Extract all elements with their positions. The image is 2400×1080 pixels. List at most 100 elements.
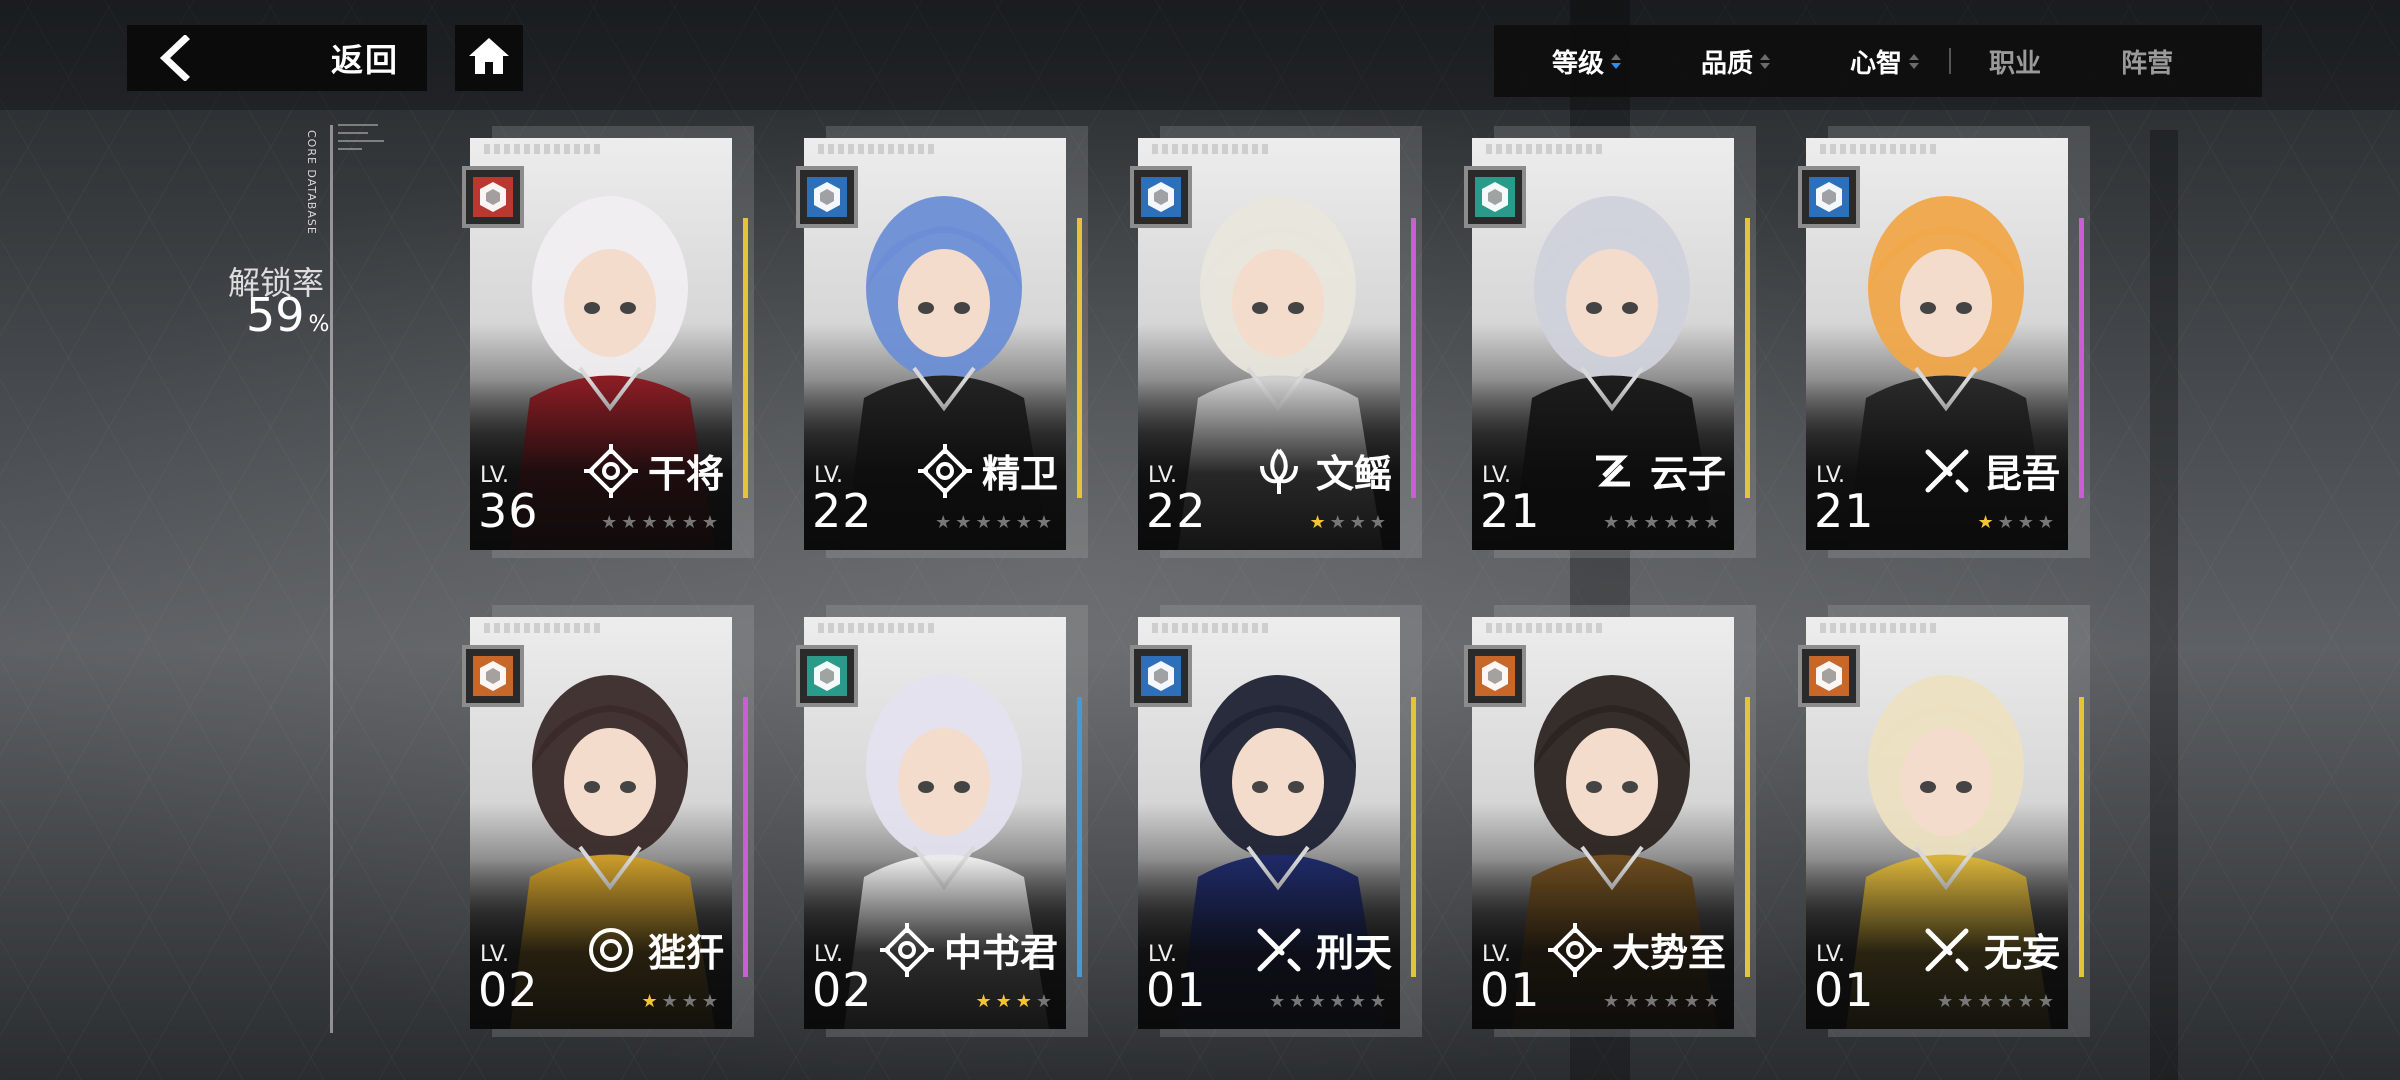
star-rating: ★ ★ ★ ★ ★ ★ [1603,512,1720,533]
star-icon: ★ [1937,991,1954,1012]
swirl-icon [1586,444,1640,498]
character-card[interactable]: LV. 22 文鳐 ★ ★ ★ ★ [1130,126,1422,558]
class-icon [473,177,513,217]
star-icon: ★ [1683,512,1700,533]
character-name: 文鳐 [1315,451,1392,496]
character-name: 中书君 [943,930,1058,975]
character-card[interactable]: LV. 02 中书君 ★ ★ ★ ★ [796,605,1088,1037]
star-icon: ★ [1329,512,1346,533]
character-card[interactable]: LV. 01 无妄 ★ ★ ★ ★ ★ ★ [1798,605,2090,1037]
sort-quality[interactable]: 品质 [1701,43,1771,80]
class-badge [1464,166,1526,228]
rarity-bar [1745,697,1750,977]
character-name: 昆吾 [1983,451,2060,496]
sort-level[interactable]: 等级 [1552,43,1622,80]
character-card[interactable]: LV. 01 大势至 ★ ★ ★ ★ ★ ★ [1464,605,1756,1037]
rarity-bar [1077,218,1082,498]
crossed-blades-icon [1252,923,1306,977]
filter-class[interactable]: 职业 [1989,43,2041,80]
star-icon: ★ [995,512,1012,533]
star-icon: ★ [2037,991,2054,1012]
star-icon: ★ [1369,512,1386,533]
star-rating: ★ ★ ★ ★ [1309,512,1386,533]
star-icon: ★ [621,512,638,533]
star-icon: ★ [701,512,718,533]
star-icon: ★ [1603,991,1620,1012]
level-value: 36 [478,484,539,538]
character-card[interactable]: LV. 01 刑天 ★ ★ ★ ★ ★ ★ [1130,605,1422,1037]
star-rating: ★ ★ ★ ★ [975,991,1052,1012]
character-card[interactable]: LV. 36 干将 ★ ★ ★ ★ ★ ★ [462,126,754,558]
star-icon: ★ [1957,991,1974,1012]
reticle-icon [583,443,638,498]
home-icon [467,36,511,80]
reticle-icon [917,443,972,498]
level-value: 01 [1814,963,1875,1017]
class-icon [807,177,847,217]
filter-faction[interactable]: 阵营 [2121,43,2173,80]
name-block: 精卫 [917,443,1058,498]
class-icon [473,656,513,696]
star-icon: ★ [1349,991,1366,1012]
class-icon [1809,656,1849,696]
level-value: 22 [812,484,873,538]
star-icon: ★ [1703,991,1720,1012]
star-icon: ★ [1623,991,1640,1012]
home-button[interactable] [455,25,523,91]
sort-quality-label: 品质 [1701,48,1754,79]
class-badge [796,645,858,707]
star-rating: ★ ★ ★ ★ ★ ★ [1269,991,1386,1012]
level-value: 21 [1814,484,1875,538]
class-badge [1798,645,1860,707]
target-icon [584,923,638,977]
rarity-bar [1077,697,1082,977]
character-card[interactable]: LV. 21 云子 ★ ★ ★ ★ ★ ★ [1464,126,1756,558]
star-rating: ★ ★ ★ ★ ★ ★ [935,512,1052,533]
star-icon: ★ [1015,512,1032,533]
star-icon: ★ [1603,512,1620,533]
star-icon: ★ [701,991,718,1012]
name-block: 文鳐 [1252,443,1392,498]
star-icon: ★ [1015,991,1032,1012]
star-icon: ★ [1663,512,1680,533]
star-icon: ★ [975,512,992,533]
star-icon: ★ [1623,512,1640,533]
decor-lines [338,124,386,156]
character-card[interactable]: LV. 21 昆吾 ★ ★ ★ ★ [1798,126,2090,558]
star-icon: ★ [1643,991,1660,1012]
level-value: 02 [478,963,539,1017]
star-rating: ★ ★ ★ ★ [641,991,718,1012]
star-icon: ★ [641,991,658,1012]
character-card[interactable]: LV. 22 精卫 ★ ★ ★ ★ ★ ★ [796,126,1088,558]
star-rating: ★ ★ ★ ★ ★ ★ [601,512,718,533]
level-value: 21 [1480,484,1541,538]
sort-arrows-icon [1611,53,1622,69]
class-badge [1798,166,1860,228]
star-icon: ★ [995,991,1012,1012]
star-icon: ★ [1035,512,1052,533]
sort-mind[interactable]: 心智 [1850,43,1920,80]
star-icon: ★ [1349,512,1366,533]
star-icon: ★ [1703,512,1720,533]
star-icon: ★ [1643,512,1660,533]
crossed-blades-icon [1920,444,1974,498]
chevron-left-icon [157,35,191,81]
star-icon: ★ [681,512,698,533]
star-icon: ★ [1329,991,1346,1012]
class-icon [1475,177,1515,217]
back-button[interactable]: 返回 [127,25,427,91]
name-block: 无妄 [1920,922,2060,977]
class-icon [1141,656,1181,696]
rarity-bar [2079,697,2084,977]
star-icon: ★ [1997,512,2014,533]
star-icon: ★ [601,512,618,533]
class-icon [1141,177,1181,217]
unlock-rate-value: 59% [246,288,329,342]
character-card[interactable]: LV. 02 狴犴 ★ ★ ★ ★ [462,605,754,1037]
class-badge [1464,645,1526,707]
star-icon: ★ [1269,991,1286,1012]
rarity-bar [743,218,748,498]
star-icon: ★ [1369,991,1386,1012]
level-value: 01 [1146,963,1207,1017]
star-rating: ★ ★ ★ ★ [1977,512,2054,533]
